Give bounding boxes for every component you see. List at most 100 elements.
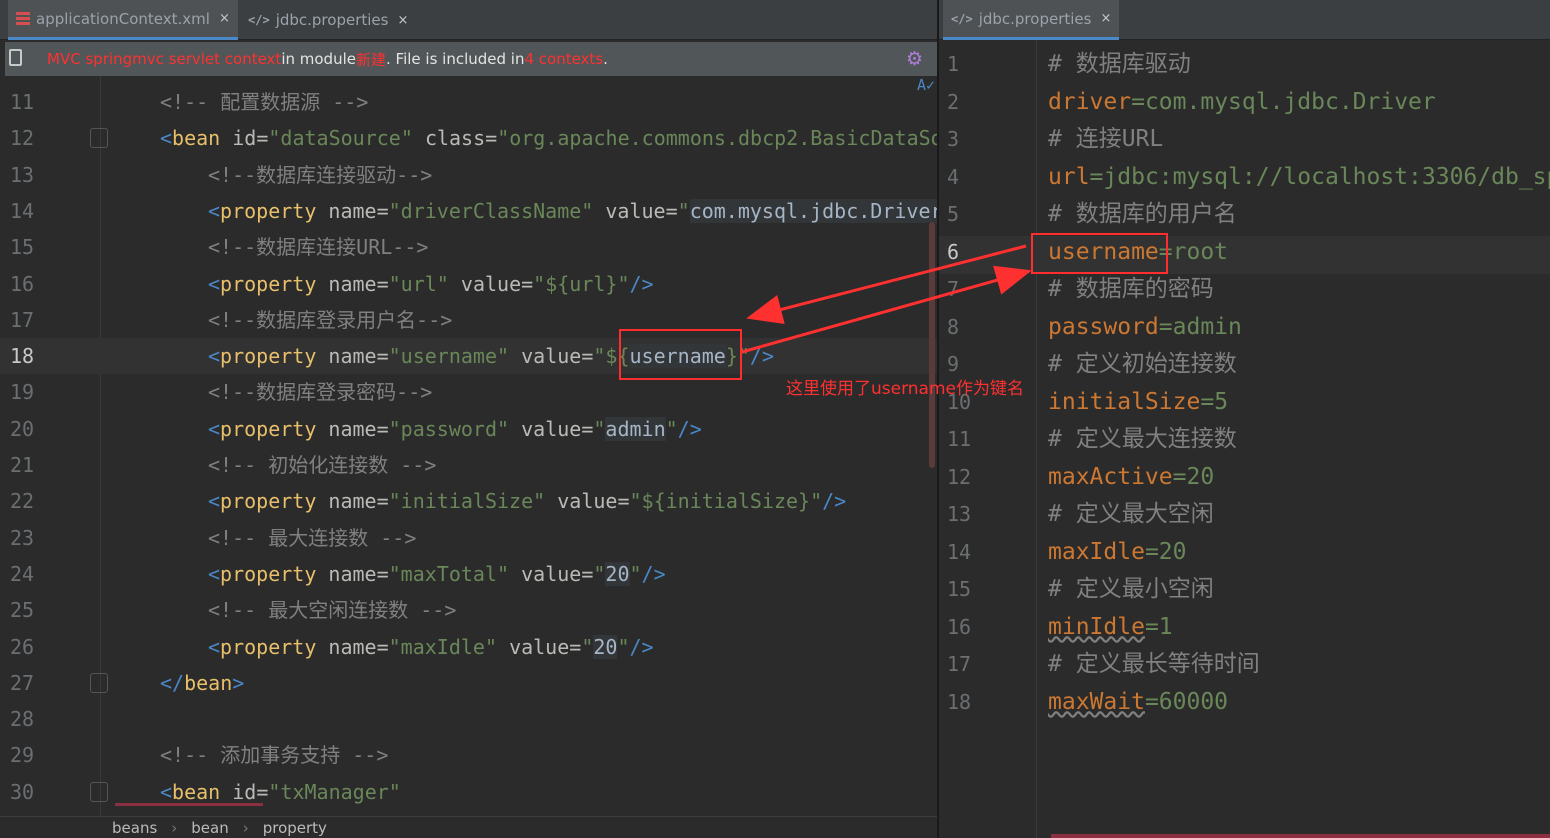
close-icon[interactable]: × [219, 11, 230, 26]
property-value: jdbc:mysql://localhost:3306/db_spri [1103, 163, 1550, 190]
property-value: 60000 [1158, 688, 1229, 715]
breadcrumb-item[interactable]: property [263, 819, 327, 837]
property-entry[interactable]: url=jdbc:mysql://localhost:3306/db_spri [1048, 163, 1550, 191]
code-line[interactable]: <!--数据库连接驱动--> [208, 157, 432, 193]
code-line[interactable]: <property name="url" value="${url}"/> [208, 266, 654, 302]
line-number: 27 [10, 670, 35, 695]
property-value: admin [1172, 313, 1242, 340]
properties-icon: </> [248, 13, 270, 27]
scrollbar[interactable] [929, 222, 935, 468]
code-line[interactable]: <property name="username" value="${usern… [208, 338, 774, 374]
line-number: 12 [10, 126, 35, 151]
code-line[interactable]: <bean id="dataSource" class="org.apache.… [160, 120, 937, 156]
property-entry[interactable]: minIdle=1 [1048, 613, 1173, 641]
line-number: 13 [10, 162, 35, 187]
tab-label: jdbc.properties [275, 11, 389, 29]
context-link[interactable]: MVC springmvc servlet context [47, 50, 281, 68]
spellcheck-icon[interactable]: A✓ [917, 76, 935, 94]
code-line[interactable]: <!-- 最大空闲连接数 --> [208, 592, 456, 628]
property-value: 20 [1158, 538, 1187, 565]
tab-label: applicationContext.xml [36, 9, 210, 28]
code-line[interactable]: <!--数据库登录密码--> [208, 374, 432, 410]
line-number: 24 [10, 561, 35, 586]
breadcrumb-separator: › [171, 818, 178, 837]
property-entry[interactable]: maxIdle=20 [1048, 538, 1187, 566]
fold-icon[interactable] [90, 128, 108, 149]
property-comment[interactable]: # 数据库驱动 [1048, 50, 1191, 78]
module-link[interactable]: 新建 [356, 49, 386, 70]
banner-text: in module [281, 50, 356, 68]
line-number: 22 [10, 489, 35, 514]
line-number: 8 [947, 314, 960, 339]
breadcrumb-item[interactable]: beans [112, 819, 157, 837]
line-number: 29 [10, 743, 35, 768]
property-key: url [1048, 163, 1090, 190]
code-line[interactable]: <!-- 最大连接数 --> [208, 520, 416, 556]
property-entry[interactable]: username=root [1048, 238, 1228, 266]
property-entry[interactable]: maxActive=20 [1048, 463, 1214, 491]
properties-code-area[interactable]: 1 # 数据库驱动 2 driver=com.mysql.jdbc.Driver 3 # … [939, 0, 1550, 838]
property-entry[interactable]: password=admin [1048, 313, 1242, 341]
fold-icon[interactable] [90, 781, 108, 802]
property-comment[interactable]: # 连接URL [1048, 125, 1163, 153]
code-line[interactable]: <property name="maxTotal" value="20"/> [208, 556, 666, 592]
property-key: maxIdle [1048, 538, 1145, 565]
context-banner: MVC springmvc servlet context in module … [5, 42, 937, 76]
line-number: 30 [10, 779, 35, 804]
breadcrumb-separator: › [242, 818, 249, 837]
close-icon[interactable]: × [397, 13, 408, 28]
code-line[interactable]: </bean> [160, 665, 244, 701]
left-tab-bar: applicationContext.xml × </> jdbc.proper… [0, 0, 937, 40]
property-comment[interactable]: # 定义最大空闲 [1048, 500, 1214, 528]
code-line[interactable]: <property name="driverClassName" value="… [208, 193, 937, 229]
property-comment[interactable]: # 定义最长等待时间 [1048, 650, 1260, 678]
contexts-link[interactable]: 4 contexts [524, 50, 603, 68]
error-underline [115, 803, 263, 806]
line-number: 28 [10, 707, 35, 732]
property-comment[interactable]: # 定义初始连接数 [1048, 350, 1237, 378]
property-comment[interactable]: # 定义最小空闲 [1048, 575, 1214, 603]
error-underline [1051, 834, 1550, 838]
property-key: minIdle [1048, 613, 1145, 640]
current-line-highlight [939, 235, 1550, 274]
code-line[interactable]: <!--数据库登录用户名--> [208, 302, 452, 338]
property-key: maxWait [1048, 688, 1145, 715]
line-number: 1 [947, 52, 960, 76]
property-value: 20 [1186, 463, 1215, 490]
code-area[interactable]: A✓ 11 <!-- 配置数据源 --> 12 <bean id="dataSourc… [0, 76, 937, 816]
tab-jdbc-properties[interactable]: </> jdbc.properties × [240, 0, 416, 40]
property-entry[interactable]: driver=com.mysql.jdbc.Driver [1048, 88, 1436, 116]
property-key: maxActive [1048, 463, 1173, 490]
line-number: 18 [10, 344, 35, 369]
line-number: 9 [947, 352, 960, 376]
property-key: username [1048, 238, 1159, 265]
breadcrumb-item[interactable]: bean [191, 819, 228, 837]
line-number: 2 [947, 89, 960, 114]
line-number: 26 [10, 634, 35, 659]
property-value: root [1172, 238, 1229, 265]
banner-text: . File is included in [386, 50, 525, 68]
tab-application-context[interactable]: applicationContext.xml × [8, 0, 238, 40]
line-number: 15 [10, 235, 35, 260]
property-entry[interactable]: initialSize=5 [1048, 388, 1228, 416]
code-line[interactable]: <!--数据库连接URL--> [208, 229, 428, 265]
line-number: 6 [947, 239, 960, 264]
fold-icon[interactable] [90, 672, 108, 693]
gear-icon[interactable]: ⚙ [906, 48, 923, 70]
code-line[interactable]: <!-- 配置数据源 --> [160, 84, 368, 120]
code-line[interactable]: <property name="password" value="admin"/… [208, 411, 702, 447]
code-line[interactable]: <!-- 添加事务支持 --> [160, 737, 388, 773]
code-line[interactable]: <property name="maxIdle" value="20"/> [208, 629, 654, 665]
property-key: initialSize [1048, 388, 1201, 415]
property-comment[interactable]: # 数据库的用户名 [1048, 200, 1237, 228]
code-line[interactable]: <property name="initialSize" value="${in… [208, 483, 846, 519]
code-line[interactable]: <!-- 初始化连接数 --> [208, 447, 436, 483]
property-comment[interactable]: # 数据库的密码 [1048, 275, 1214, 303]
line-number: 19 [10, 380, 35, 405]
property-comment[interactable]: # 定义最大连接数 [1048, 425, 1237, 453]
line-number: 25 [10, 598, 35, 623]
annotation-text: 这里使用了username作为键名 [786, 379, 1024, 399]
line-number: 12 [947, 464, 972, 489]
property-entry[interactable]: maxWait=60000 [1048, 688, 1228, 716]
line-number: 20 [10, 416, 35, 441]
